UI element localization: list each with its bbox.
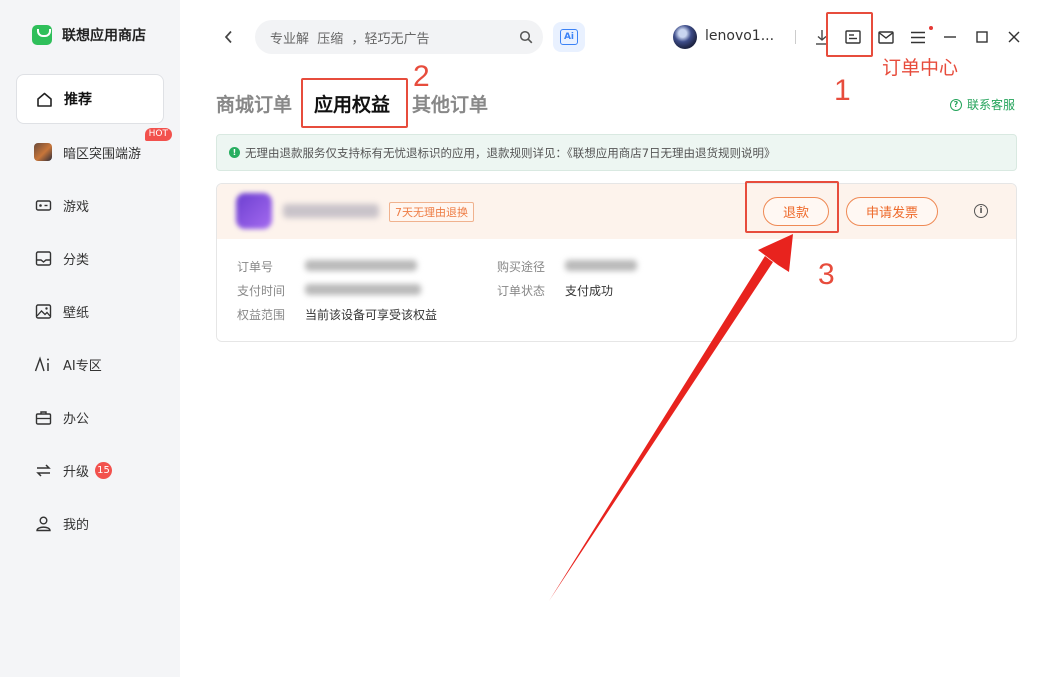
- sidebar-item-label: 办公: [63, 411, 90, 427]
- category-icon: [34, 249, 52, 267]
- maximize-icon: [976, 31, 988, 43]
- annotation-step-3: 3: [818, 258, 835, 291]
- minimize-button[interactable]: [938, 25, 962, 49]
- notice-text[interactable]: 无理由退款服务仅支持标有无忧退标识的应用，退款规则详见：《联想应用商店7日无理由…: [245, 145, 776, 161]
- sidebar-item-featured-game[interactable]: 暗区突围端游 HOT: [16, 127, 172, 177]
- annotation-box-app-rights-tab: [301, 78, 408, 128]
- divider: [795, 30, 796, 44]
- purchase-channel-value-redacted: [565, 260, 637, 271]
- wallpaper-icon: [34, 302, 52, 320]
- sidebar-item-label: 升级: [63, 464, 90, 480]
- close-button[interactable]: [1002, 25, 1026, 49]
- briefcase-icon: [34, 408, 52, 426]
- sidebar-item-label: 壁纸: [63, 305, 90, 321]
- support-label: 联系客服: [967, 98, 1016, 112]
- info-dot-icon: !: [229, 147, 240, 158]
- purchase-channel-label: 购买途径: [497, 260, 546, 274]
- hot-badge: HOT: [144, 128, 172, 141]
- sidebar-item-wallpaper[interactable]: 壁纸: [16, 286, 164, 336]
- sidebar-item-label: 分类: [63, 252, 90, 268]
- annotation-order-center-text: 订单中心: [882, 57, 959, 79]
- order-details: 订单号 支付时间 权益范围 当前该设备可享受该权益 购买途径 订单状态 支付成功: [217, 239, 1016, 341]
- sidebar-item-recommend[interactable]: 推荐: [16, 74, 164, 124]
- order-no-label: 订单号: [237, 260, 274, 274]
- user-icon: [34, 514, 52, 532]
- order-no-value-redacted: [305, 260, 417, 271]
- messages-button[interactable]: [874, 25, 898, 49]
- order-card: 7天无理由退换 退款 申请发票 i 订单号 支付时间 权益范围 当前该设备可享受…: [216, 183, 1017, 342]
- sidebar-item-mine[interactable]: 我的: [16, 498, 164, 548]
- notification-dot: [929, 26, 933, 30]
- scope-label: 权益范围: [237, 308, 286, 322]
- annotation-box-refund: [745, 181, 839, 233]
- sidebar-item-label: 暗区突围端游: [63, 146, 142, 162]
- sidebar-item-ai-zone[interactable]: AI专区: [16, 339, 164, 389]
- sidebar-item-office[interactable]: 办公: [16, 392, 164, 442]
- brand: 联想应用商店: [32, 25, 146, 45]
- app-name-redacted: [283, 204, 379, 218]
- no-reason-refund-tag: 7天无理由退换: [389, 202, 474, 222]
- apply-invoice-button[interactable]: 申请发票: [846, 197, 938, 226]
- menu-icon: [911, 31, 925, 43]
- app-icon: [236, 193, 272, 229]
- ai-assistant-button[interactable]: Ai: [553, 22, 585, 52]
- sidebar-item-label: AI专区: [63, 358, 102, 374]
- store-logo-icon: [32, 25, 52, 45]
- sidebar: 联想应用商店 推荐 暗区突围端游 HOT 游戏 分类 壁纸 AI专区 办公 升级…: [0, 0, 180, 677]
- game-thumbnail: [34, 143, 52, 161]
- annotation-box-order-center: [826, 12, 873, 57]
- annotation-step-1: 1: [834, 74, 851, 107]
- sidebar-item-games[interactable]: 游戏: [16, 180, 164, 230]
- avatar[interactable]: [673, 25, 697, 49]
- sidebar-item-upgrade[interactable]: 升级 15: [16, 445, 164, 495]
- order-status-value: 支付成功: [565, 284, 614, 298]
- back-button[interactable]: [218, 26, 240, 48]
- scope-value: 当前该设备可享受该权益: [305, 308, 438, 322]
- ai-icon: [34, 355, 52, 373]
- order-status-label: 订单状态: [497, 284, 546, 298]
- minimize-icon: [944, 36, 956, 38]
- username[interactable]: lenovo1...: [705, 28, 774, 44]
- sidebar-item-label: 推荐: [64, 92, 92, 108]
- gamepad-icon: [34, 196, 52, 214]
- upgrade-icon: [34, 461, 52, 479]
- chevron-left-icon: [224, 30, 232, 44]
- mail-icon: [878, 30, 894, 44]
- annotation-step-2: 2: [413, 60, 430, 93]
- search-icon[interactable]: [519, 30, 533, 44]
- contact-support-link[interactable]: ? 联系客服: [950, 96, 1015, 113]
- search-input[interactable]: 专业解 压缩 ，轻巧无广告: [270, 28, 519, 47]
- close-icon: [1008, 31, 1020, 43]
- upgrade-count-badge: 15: [95, 461, 113, 479]
- help-circle-icon: ?: [950, 98, 962, 111]
- sidebar-item-label: 游戏: [63, 199, 90, 215]
- tab-other-orders[interactable]: 其他订单: [412, 90, 488, 117]
- pay-time-label: 支付时间: [237, 284, 286, 298]
- info-icon[interactable]: i: [974, 204, 988, 218]
- home-icon: [35, 90, 53, 108]
- order-card-header: 7天无理由退换 退款 申请发票 i: [217, 184, 1016, 239]
- refund-notice: ! 无理由退款服务仅支持标有无忧退标识的应用，退款规则详见：《联想应用商店7日无…: [216, 134, 1017, 171]
- ai-badge-icon: Ai: [560, 29, 578, 45]
- tab-mall-orders[interactable]: 商城订单: [216, 90, 292, 117]
- brand-name: 联想应用商店: [62, 28, 146, 44]
- search-box[interactable]: 专业解 压缩 ，轻巧无广告: [255, 20, 543, 54]
- pay-time-value-redacted: [305, 284, 421, 295]
- sidebar-item-label: 我的: [63, 517, 90, 533]
- sidebar-item-category[interactable]: 分类: [16, 233, 164, 283]
- menu-button[interactable]: [906, 25, 930, 49]
- maximize-button[interactable]: [970, 25, 994, 49]
- sidebar-nav: 推荐 暗区突围端游 HOT 游戏 分类 壁纸 AI专区 办公 升级 15 我的: [16, 74, 172, 551]
